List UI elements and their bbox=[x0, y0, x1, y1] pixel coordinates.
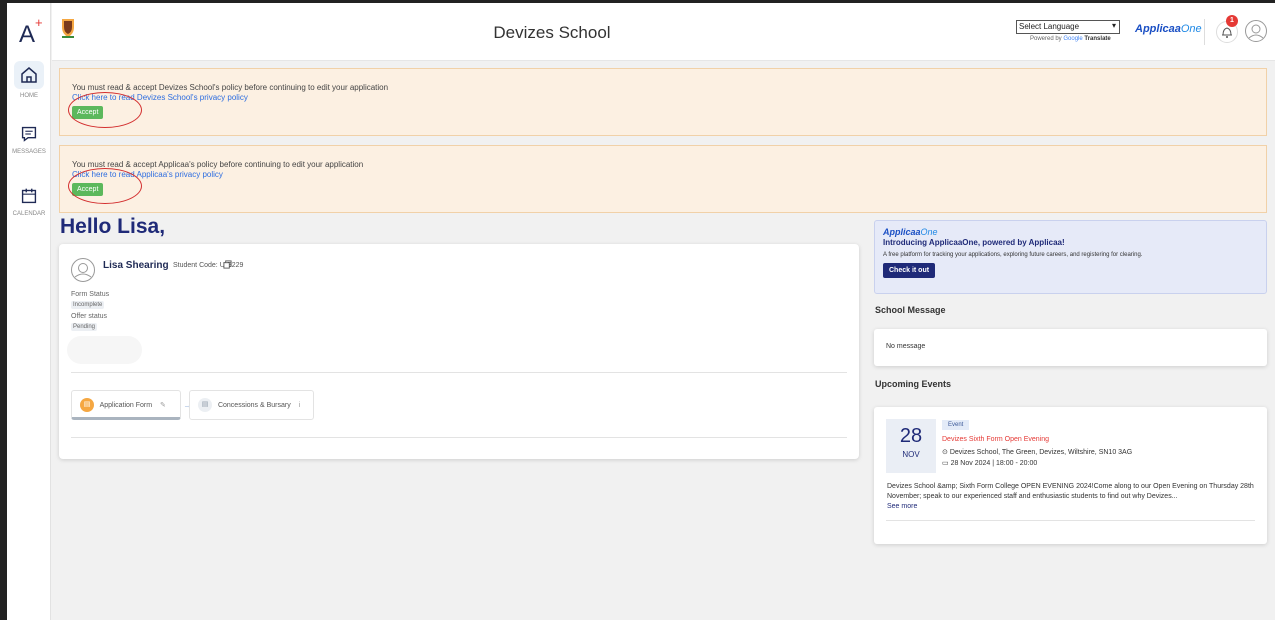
sidebar-item-messages[interactable]: MESSAGES bbox=[7, 123, 51, 155]
event-month: NOV bbox=[902, 450, 920, 459]
pencil-icon: ✎ bbox=[160, 402, 166, 409]
promo-brand-a: Applicaa bbox=[883, 227, 921, 237]
step-label: Concessions & Bursary bbox=[217, 402, 291, 409]
upcoming-events-heading: Upcoming Events bbox=[875, 379, 952, 389]
sidebar-item-label: CALENDAR bbox=[12, 211, 46, 217]
translate-link[interactable]: Translate bbox=[1084, 36, 1110, 42]
calendar-icon bbox=[21, 188, 37, 204]
copy-icon[interactable] bbox=[223, 260, 232, 269]
promo-brand: ApplicaaOne bbox=[883, 227, 1258, 237]
school-message-box: No message bbox=[874, 329, 1267, 366]
sidebar-item-calendar[interactable]: CALENDAR bbox=[7, 185, 51, 217]
applicaaone-logo[interactable]: ApplicaaOne bbox=[1135, 23, 1202, 35]
brand-a: Applicaa bbox=[1135, 23, 1181, 35]
event-datetime-text: 28 Nov 2024 | 18:00 - 20:00 bbox=[950, 460, 1038, 467]
profile-card: Lisa Shearing Student Code: U-B229 Form … bbox=[59, 244, 859, 459]
applicaaone-promo: ApplicaaOne Introducing ApplicaaOne, pow… bbox=[874, 220, 1267, 294]
alert-text: You must read & accept Applicaa's policy… bbox=[72, 160, 364, 169]
alert-text: You must read & accept Devizes School's … bbox=[72, 83, 389, 92]
annotation-circle bbox=[68, 168, 142, 204]
student-avatar-icon bbox=[71, 258, 95, 282]
divider bbox=[71, 437, 847, 438]
top-header: Devizes School Select Language ▾ Powered… bbox=[52, 3, 1275, 61]
logo-letter: A bbox=[19, 21, 36, 48]
info-icon: i bbox=[298, 402, 301, 409]
event-time: ▭ 28 Nov 2024 | 18:00 - 20:00 bbox=[942, 459, 1037, 467]
language-select-value: Select Language bbox=[1019, 22, 1080, 31]
notification-badge: 1 bbox=[1226, 15, 1238, 27]
sidebar-item-home[interactable]: HOME bbox=[7, 61, 51, 99]
event-title[interactable]: Devizes Sixth Form Open Evening bbox=[942, 436, 1049, 443]
school-message-heading: School Message bbox=[875, 305, 946, 315]
page-title: Devizes School bbox=[493, 23, 611, 42]
event-card: 28 NOV Event Devizes Sixth Form Open Eve… bbox=[874, 407, 1267, 544]
form-status-badge: Incomplete bbox=[71, 301, 105, 309]
google-label: Google bbox=[1063, 36, 1083, 42]
annotation-circle bbox=[68, 92, 142, 128]
chevron-down-icon: ▾ bbox=[1111, 21, 1116, 30]
student-code: Student Code: U-B229 bbox=[173, 262, 244, 269]
promo-title: Introducing ApplicaaOne, powered by Appl… bbox=[883, 238, 1065, 247]
document-icon: ▤ bbox=[198, 398, 212, 413]
applicaa-logo[interactable]: A + bbox=[19, 15, 43, 49]
home-icon bbox=[14, 61, 44, 89]
step-label: Application Form bbox=[99, 402, 153, 409]
calendar-icon: ▭ bbox=[942, 460, 949, 467]
school-message-text: No message bbox=[886, 343, 926, 350]
greeting: Hello Lisa, bbox=[60, 215, 166, 238]
sidebar-item-label: MESSAGES bbox=[12, 149, 46, 155]
offer-status-label: Offer status bbox=[71, 313, 108, 320]
privacy-policy-link[interactable]: Click here to read Devizes School's priv… bbox=[72, 93, 1254, 103]
sidebar-item-label: HOME bbox=[20, 93, 38, 99]
message-icon bbox=[21, 126, 37, 142]
policy-alert-school: You must read & accept Devizes School's … bbox=[59, 68, 1267, 136]
event-day: 28 bbox=[899, 425, 923, 447]
event-location: ⊙ Devizes School, The Green, Devizes, Wi… bbox=[942, 448, 1132, 456]
brand-b: One bbox=[1180, 23, 1202, 35]
step-concessions-bursary[interactable]: ▤ Concessions & Bursary i bbox=[189, 390, 314, 420]
blurred-area bbox=[67, 336, 142, 364]
event-tag: Event bbox=[942, 420, 970, 430]
document-icon: ▤ bbox=[80, 398, 94, 413]
promo-text: A free platform for tracking your applic… bbox=[883, 252, 1143, 258]
event-location-text: Devizes School, The Green, Devizes, Wilt… bbox=[949, 449, 1133, 456]
user-avatar-icon[interactable] bbox=[1245, 20, 1267, 42]
divider bbox=[71, 372, 847, 373]
student-name: Lisa Shearing bbox=[103, 260, 169, 271]
check-it-out-button[interactable]: Check it out bbox=[883, 263, 936, 278]
header-divider bbox=[1204, 19, 1205, 45]
promo-brand-b: One bbox=[920, 227, 938, 237]
step-application-form[interactable]: ▤ Application Form ✎ bbox=[71, 390, 181, 420]
logo-plus: + bbox=[35, 15, 43, 30]
policy-alert-applicaa: You must read & accept Applicaa's policy… bbox=[59, 145, 1267, 213]
language-select[interactable]: Select Language ▾ bbox=[1016, 20, 1120, 34]
powered-prefix: Powered by bbox=[1030, 36, 1062, 42]
see-more-link[interactable]: See more bbox=[887, 503, 917, 510]
powered-by-google: Powered by Google Translate bbox=[1030, 36, 1111, 42]
location-pin-icon: ⊙ bbox=[942, 449, 948, 456]
left-sidebar: A + HOME MESSAGES CALENDAR bbox=[7, 3, 51, 620]
event-description: Devizes School &amp; Sixth Form College … bbox=[887, 483, 1254, 500]
form-status-label: Form Status bbox=[71, 291, 110, 298]
privacy-policy-link[interactable]: Click here to read Applicaa's privacy po… bbox=[72, 170, 1254, 180]
offer-status-badge: Pending bbox=[71, 323, 98, 331]
event-date: 28 NOV bbox=[886, 419, 936, 473]
divider bbox=[886, 520, 1255, 521]
